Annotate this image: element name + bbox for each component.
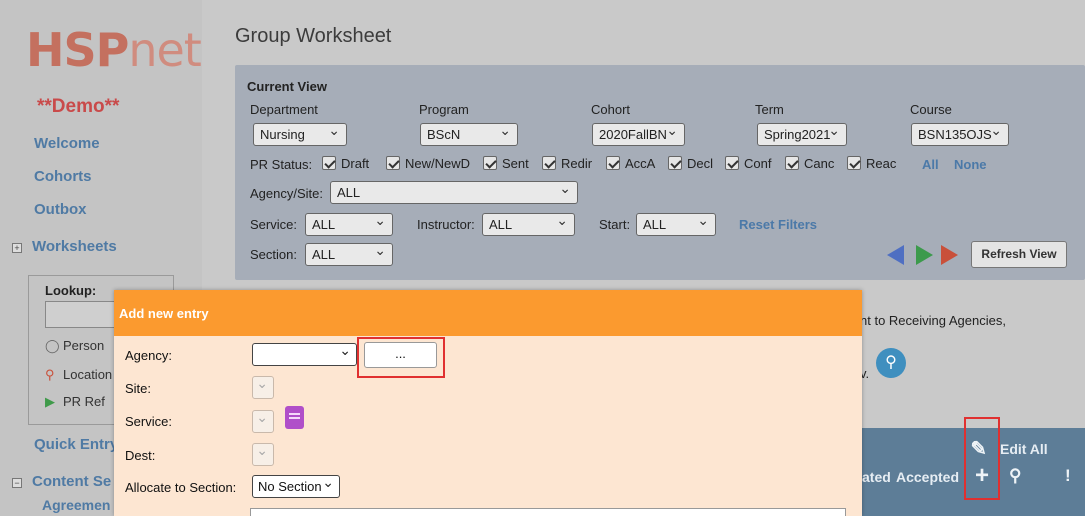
dest-select [252,442,274,466]
pr-status-acca[interactable]: AccA [606,156,655,171]
program-select[interactable]: BScN [420,123,518,146]
demo-label: **Demo** [37,96,120,117]
play-icon: ▶ [45,394,55,409]
dialog-header: Add new entry [114,290,862,336]
magnify-icon[interactable]: ⚲ [876,348,906,378]
cohort-select[interactable]: 2020FallBN [592,123,685,146]
allocate-section-label: Allocate to Section: [125,480,237,495]
allocate-section-select[interactable]: No Section [252,474,340,498]
pr-status-all-link[interactable]: All [922,157,939,172]
pr-status-reac[interactable]: Reac [847,156,896,171]
dest-label: Dest: [125,448,156,463]
checkbox-checked-icon[interactable] [725,156,739,170]
last-arrow-icon[interactable] [941,245,958,265]
edit-all-link[interactable]: Edit All [1000,441,1048,457]
term-label: Term [755,102,784,117]
term-select[interactable]: Spring2021 [757,123,847,146]
checkbox-checked-icon[interactable] [542,156,556,170]
instructor-label: Instructor: [417,217,475,232]
dialog-title: Add new entry [119,306,209,321]
pr-status-redir[interactable]: Redir [542,156,592,171]
checkbox-checked-icon[interactable] [606,156,620,170]
alert-icon: ! [1065,466,1071,485]
nav-quick-entry[interactable]: Quick Entry [34,436,118,453]
agency-site-label: Agency/Site: [250,186,323,201]
nav-welcome[interactable]: Welcome [34,135,100,152]
nav-outbox[interactable]: Outbox [34,201,87,218]
pr-status-decl[interactable]: Decl [668,156,713,171]
add-entry-dialog: Add new entry Agency: ... Site: Service:… [114,290,862,516]
content-services-collapse-icon[interactable]: − [12,478,22,488]
book-icon[interactable] [285,406,304,429]
checkbox-checked-icon[interactable] [483,156,497,170]
hspnet-logo[interactable]: HSPnet [26,24,202,76]
checkbox-checked-icon[interactable] [322,156,336,170]
checkbox-checked-icon[interactable] [668,156,682,170]
instructor-select[interactable]: ALL [482,213,575,236]
service-select [252,409,274,433]
start-select[interactable]: ALL [636,213,716,236]
lookup-label: Lookup: [45,283,97,298]
section-select[interactable]: ALL [305,243,393,266]
reset-filters-link[interactable]: Reset Filters [739,217,817,232]
edit-add-highlight [964,417,1000,500]
agency-label: Agency: [125,348,172,363]
department-label: Department [250,102,318,117]
course-label: Course [910,102,952,117]
agency-select[interactable] [252,342,357,366]
section-label: Section: [250,247,297,262]
nav-worksheets[interactable]: Worksheets [32,238,117,255]
agency-site-select[interactable]: ALL [330,181,578,204]
current-view-panel: Current View Department Nursing Program … [235,65,1085,280]
pr-status-sent[interactable]: Sent [483,156,529,171]
refresh-view-button[interactable]: Refresh View [971,241,1067,268]
pr-status-canc[interactable]: Canc [785,156,834,171]
col-header-allocated: ated [862,469,891,485]
person-icon: ◯ [45,338,60,353]
pr-status-none-link[interactable]: None [954,157,987,172]
service-label: Service: [250,217,297,232]
receiving-agencies-text: nt to Receiving Agencies, [860,313,1006,328]
search-icon[interactable]: ⚲ [1009,466,1021,486]
pr-status-new[interactable]: New/NewD [386,156,470,171]
lookup-location[interactable]: ⚲ Location [45,367,112,383]
page-title: Group Worksheet [235,25,392,47]
nav-agreements[interactable]: Agreemen [42,497,110,513]
pr-status-conf[interactable]: Conf [725,156,771,171]
worksheets-expand-icon[interactable]: + [12,243,22,253]
checkbox-checked-icon[interactable] [785,156,799,170]
cohort-label: Cohort [591,102,631,117]
col-header-accepted: Accepted [896,469,960,485]
site-select [252,375,274,399]
department-select[interactable]: Nursing [253,123,347,146]
service-select[interactable]: ALL [305,213,393,236]
lookup-pr-ref[interactable]: ▶ PR Ref [45,394,105,410]
lookup-person[interactable]: ◯ Person [45,338,104,354]
nav-content-services[interactable]: Content Se [32,473,111,490]
current-view-title: Current View [247,79,327,94]
program-label: Program [419,102,469,117]
next-arrow-icon[interactable] [916,245,933,265]
nav-cohorts[interactable]: Cohorts [34,168,92,185]
agency-browse-highlight [357,337,445,378]
pr-status-label: PR Status: [250,157,313,172]
checkbox-checked-icon[interactable] [847,156,861,170]
location-search-icon: ⚲ [45,367,55,382]
checkbox-checked-icon[interactable] [386,156,400,170]
site-label: Site: [125,381,152,396]
previous-arrow-icon[interactable] [887,245,904,265]
pr-status-draft[interactable]: Draft [322,156,369,171]
course-select[interactable]: BSN135OJS [911,123,1009,146]
service-label: Service: [125,414,172,429]
start-label: Start: [599,217,631,232]
notes-textarea[interactable] [250,508,846,516]
